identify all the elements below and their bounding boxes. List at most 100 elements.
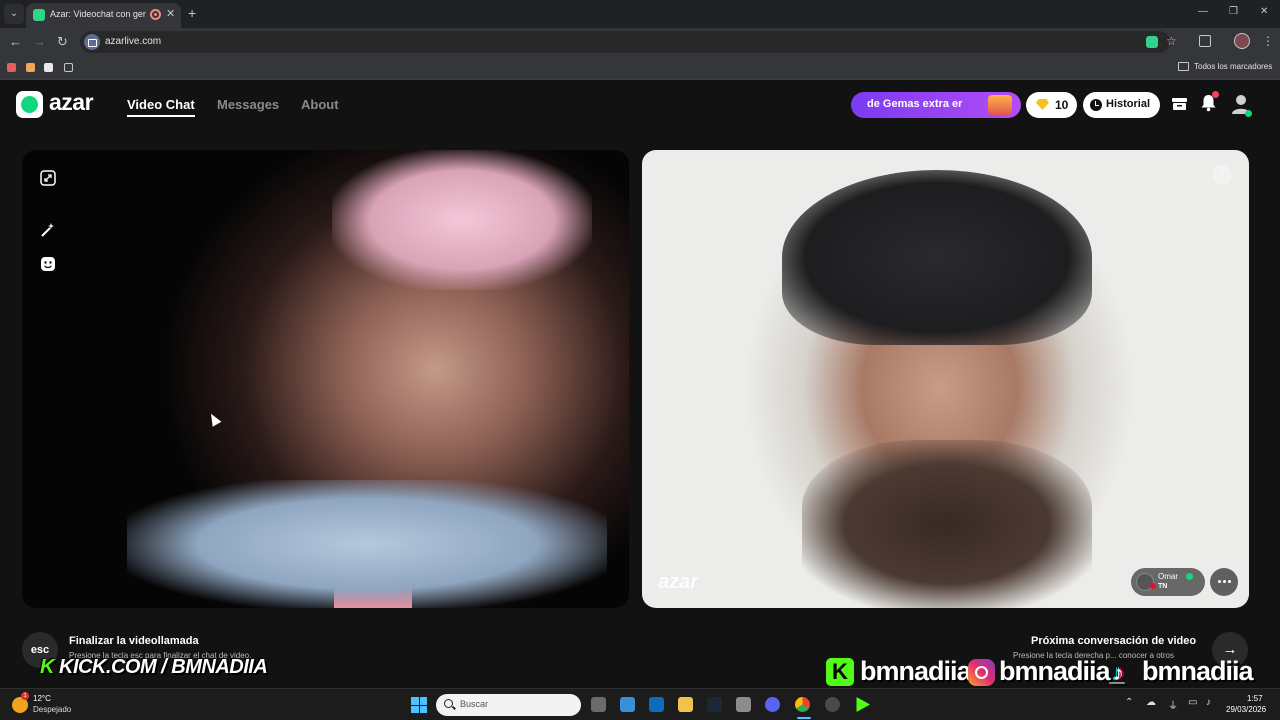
weather-temperature[interactable]: 12°C: [33, 694, 51, 703]
extension-badge-icon[interactable]: [1146, 36, 1158, 48]
active-app-indicator: [797, 717, 811, 719]
azar-favicon-icon: [33, 9, 45, 21]
tab-close-icon[interactable]: ✕: [166, 7, 175, 20]
back-arrow-icon[interactable]: ←: [9, 34, 22, 49]
azar-logo-text[interactable]: azar: [49, 89, 94, 116]
kick-app-icon[interactable]: [856, 697, 870, 712]
new-tab-button[interactable]: +: [188, 5, 196, 21]
tab-search-icon[interactable]: ⌄: [4, 4, 24, 24]
kick-handle: bmnadiia: [860, 656, 972, 686]
search-placeholder: Buscar: [460, 699, 489, 709]
notification-badge: [1212, 91, 1219, 98]
azar-logo-icon[interactable]: [16, 91, 43, 118]
online-status-dot: [1245, 110, 1252, 117]
close-window-button[interactable]: ✕: [1260, 6, 1268, 17]
browser-toolbar: ← → ↻ azarlive.com ☆ ⋮: [0, 28, 1280, 56]
tab-title: Azar: Videochat con gente desconocida: [50, 9, 146, 19]
face-filter-icon[interactable]: [40, 256, 56, 272]
volume-icon[interactable]: ♪: [1206, 697, 1211, 708]
extensions-icon[interactable]: [1199, 35, 1211, 47]
inbox-icon[interactable]: [1171, 95, 1188, 112]
chat-dot-icon: [1223, 580, 1226, 583]
azar-watermark: azar: [658, 571, 699, 593]
outlook-icon[interactable]: [649, 697, 664, 712]
partner-country: TN: [1158, 583, 1168, 590]
end-call-title: Finalizar la videollamada: [69, 635, 199, 647]
bookmark-white-icon[interactable]: [44, 63, 53, 72]
kick-letter: K: [40, 656, 54, 678]
screen: ⌄ Azar: Videochat con gente desconocida …: [0, 0, 1280, 720]
all-bookmarks-link[interactable]: Todos los marcadores: [1194, 62, 1272, 71]
network-icon[interactable]: ▭: [1188, 697, 1197, 708]
task-view-icon[interactable]: [591, 697, 606, 712]
treasure-chest-icon: [988, 95, 1012, 115]
forward-arrow-icon[interactable]: →: [33, 34, 46, 49]
weather-description[interactable]: Despejado: [33, 705, 71, 714]
promo-text: de Gemas extra er: [867, 98, 963, 110]
history-label: Historial: [1106, 98, 1151, 110]
nav-video-chat[interactable]: Video Chat: [127, 97, 195, 112]
social-handles-overlay: K bmnadiia bmnadiia_ ♪ bmnadiia: [826, 656, 1254, 690]
gem-icon: [1036, 99, 1049, 110]
nav-active-underline: [127, 115, 195, 117]
azar-app: azar Video Chat Messages About de Gemas …: [0, 80, 1280, 688]
search-icon: [444, 699, 453, 708]
chrome-icon[interactable]: [795, 697, 810, 712]
chat-dot-icon: [1228, 580, 1231, 583]
clock-icon: [1090, 99, 1102, 111]
steam-icon[interactable]: [707, 697, 722, 712]
tray-overflow-icon[interactable]: ⌃: [1125, 697, 1133, 708]
gems-promo-banner[interactable]: de Gemas extra er: [851, 92, 1021, 118]
photos-icon[interactable]: [736, 697, 751, 712]
verified-badge-icon: [1186, 573, 1193, 580]
address-bar[interactable]: azarlive.com ☆: [80, 31, 1177, 53]
next-chat-title: Próxima conversación de video: [1031, 635, 1197, 647]
history-button[interactable]: Historial: [1083, 92, 1160, 118]
tray-app-icon[interactable]: ☁: [1146, 697, 1156, 708]
clock-time[interactable]: 1:57: [1247, 694, 1263, 703]
recording-icon: [150, 9, 161, 20]
kick-overlay: K KICK.COM / BMNADIIA: [40, 656, 268, 679]
partner-profile-chip[interactable]: Omar TN: [1131, 568, 1205, 596]
browser-tabstrip: ⌄ Azar: Videochat con gente desconocida …: [0, 0, 1280, 28]
url-text: azarlive.com: [105, 36, 162, 47]
report-button[interactable]: !: [1212, 165, 1232, 185]
nav-about[interactable]: About: [301, 97, 339, 112]
instagram-icon: [968, 659, 995, 686]
gems-balance-button[interactable]: 10: [1026, 92, 1077, 118]
kick-logo-icon: K: [826, 658, 854, 686]
bookmark-red-icon[interactable]: [7, 63, 16, 72]
site-info-icon[interactable]: [84, 34, 100, 50]
kick-url-text: KICK.COM / BMNADIIA: [59, 656, 268, 678]
country-flag-icon: [1150, 583, 1156, 589]
windows-start-icon[interactable]: [411, 697, 427, 713]
nav-messages[interactable]: Messages: [217, 97, 279, 112]
browser-tab[interactable]: Azar: Videochat con gente desconocida ✕: [26, 3, 181, 28]
taskbar-search-box[interactable]: Buscar: [436, 694, 581, 716]
clock-date[interactable]: 29/03/2026: [1226, 705, 1266, 714]
reload-icon[interactable]: ↻: [57, 34, 68, 50]
apps-grid-icon[interactable]: [64, 63, 73, 72]
taskbar: 1 12°C Despejado Buscar ⌃ ☁ ⏚ ▭ ♪ 1:57 2…: [0, 688, 1280, 720]
browser-profile-avatar[interactable]: [1234, 33, 1250, 49]
restore-button[interactable]: ❐: [1229, 6, 1238, 17]
browser-menu-icon[interactable]: ⋮: [1262, 34, 1274, 48]
obs-icon[interactable]: [825, 697, 840, 712]
expand-icon[interactable]: [40, 170, 56, 186]
magic-wand-icon[interactable]: [40, 222, 56, 238]
gem-count: 10: [1055, 98, 1069, 112]
bookmark-orange-icon[interactable]: [26, 63, 35, 72]
minimize-button[interactable]: —: [1198, 6, 1208, 17]
microphone: [334, 528, 412, 608]
microsoft-store-icon[interactable]: [620, 697, 635, 712]
partner-name: Omar: [1158, 572, 1178, 581]
chat-bubble-button[interactable]: [1210, 568, 1238, 596]
file-explorer-icon[interactable]: [678, 697, 693, 712]
local-video-feed: [22, 150, 629, 608]
microphone-icon[interactable]: ⏚: [1168, 697, 1178, 712]
tiktok-handle: bmnadiia: [1142, 656, 1254, 686]
discord-icon[interactable]: [765, 697, 780, 712]
chat-dot-icon: [1218, 580, 1221, 583]
bookmark-star-icon[interactable]: ☆: [1166, 34, 1177, 48]
folder-icon: [1178, 62, 1189, 71]
